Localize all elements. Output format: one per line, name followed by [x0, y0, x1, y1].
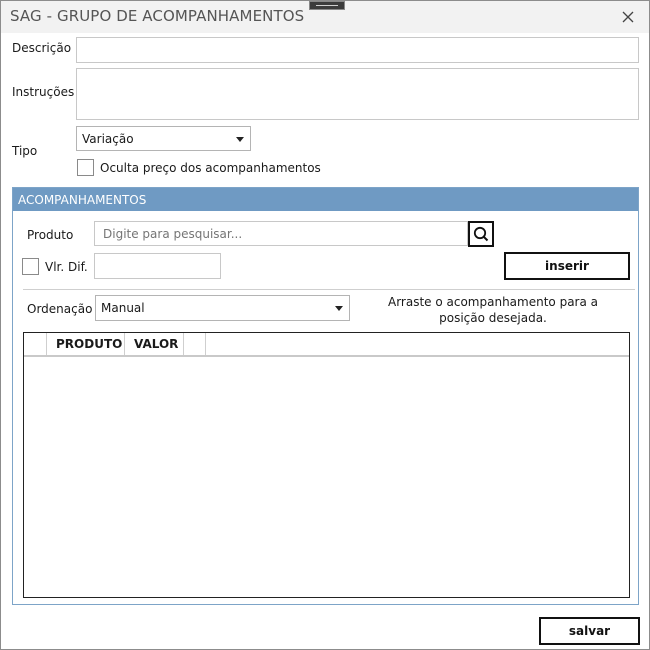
grid-column-handle[interactable] — [24, 333, 47, 355]
ordenacao-select[interactable]: Manual — [95, 295, 350, 321]
ordenacao-selected-value: Manual — [101, 301, 145, 315]
descricao-input[interactable] — [76, 37, 639, 63]
chevron-down-icon — [335, 306, 343, 311]
vlr-dif-input[interactable] — [94, 253, 221, 279]
acompanhamentos-title: ACOMPANHAMENTOS — [18, 193, 147, 207]
grid-column-produto[interactable]: PRODUTO — [47, 333, 125, 355]
search-button[interactable] — [468, 221, 494, 247]
chevron-down-icon — [236, 137, 244, 142]
salvar-button[interactable]: salvar — [539, 617, 640, 645]
vlr-dif-label: Vlr. Dif. — [45, 260, 88, 274]
title-bar[interactable]: SAG - GRUPO DE ACOMPANHAMENTOS — [1, 1, 649, 33]
acompanhamentos-group: ACOMPANHAMENTOS Produto Vlr. Dif. inseri… — [12, 187, 639, 605]
close-icon[interactable] — [619, 8, 637, 26]
acompanhamentos-grid[interactable]: PRODUTO VALOR — [23, 332, 630, 598]
produto-label: Produto — [27, 228, 74, 242]
dialog-window: SAG - GRUPO DE ACOMPANHAMENTOS Descrição… — [0, 0, 650, 650]
oculta-preco-checkbox[interactable] — [77, 159, 94, 176]
divider — [23, 289, 635, 290]
tipo-label: Tipo — [12, 144, 38, 158]
instrucoes-textarea[interactable] — [76, 68, 639, 120]
tipo-select[interactable]: Variação — [76, 126, 251, 151]
tipo-selected-value: Variação — [82, 132, 134, 146]
inserir-button[interactable]: inserir — [504, 252, 630, 280]
ordenacao-label: Ordenação — [27, 302, 93, 316]
produto-search-input[interactable] — [94, 221, 468, 246]
oculta-preco-label: Oculta preço dos acompanhamentos — [100, 161, 321, 175]
search-icon — [473, 226, 489, 242]
drag-handle-icon[interactable] — [309, 1, 345, 10]
grid-header: PRODUTO VALOR — [24, 333, 629, 357]
acompanhamentos-header: ACOMPANHAMENTOS — [13, 188, 638, 211]
window-title: SAG - GRUPO DE ACOMPANHAMENTOS — [10, 7, 305, 25]
instrucoes-label: Instruções — [12, 85, 75, 99]
grid-column-valor[interactable]: VALOR — [125, 333, 184, 355]
vlr-dif-checkbox[interactable] — [22, 258, 39, 275]
descricao-label: Descrição — [12, 41, 72, 55]
drag-hint-text: Arraste o acompanhamento para a posição … — [387, 295, 598, 325]
grid-column-actions[interactable] — [184, 333, 206, 355]
